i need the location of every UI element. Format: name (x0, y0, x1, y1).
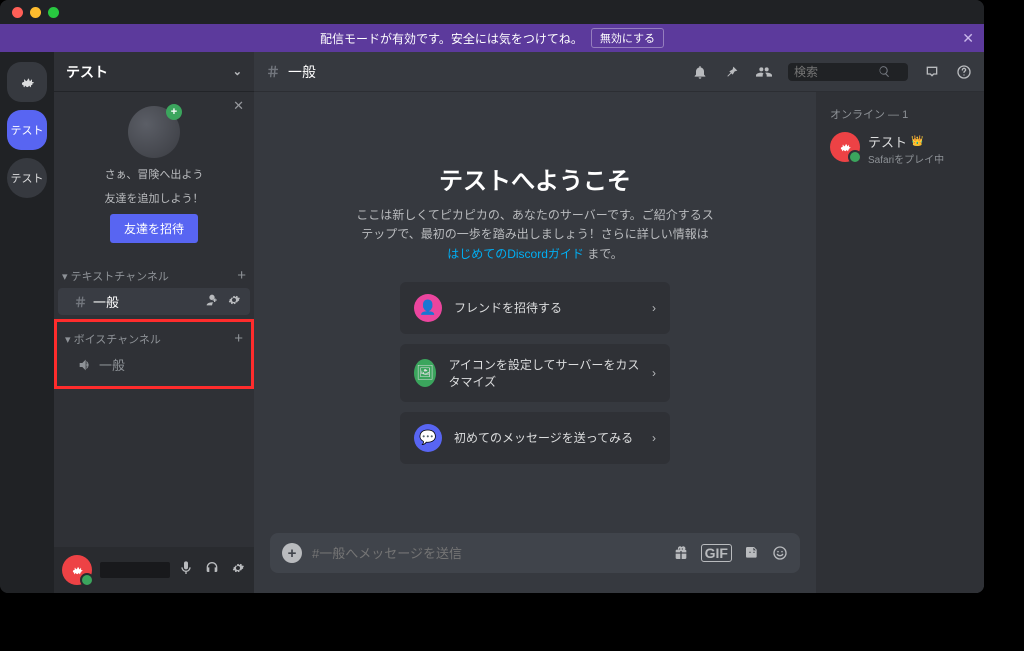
banner-close-icon[interactable]: ✕ (962, 30, 974, 47)
self-username-redacted (100, 562, 170, 578)
window-titlebar (0, 0, 984, 24)
crown-icon: 👑 (911, 136, 923, 147)
message-input[interactable] (312, 546, 663, 561)
deafen-icon[interactable] (204, 560, 220, 581)
guild-other[interactable]: テスト (7, 158, 47, 198)
channel-settings-icon[interactable] (226, 292, 242, 311)
sticker-icon[interactable] (744, 544, 760, 562)
hash-icon: ＃ (74, 292, 87, 311)
plus-badge-icon: + (166, 104, 182, 120)
user-panel (54, 547, 254, 593)
channel-name: 一般 (99, 355, 125, 374)
channel-header: ＃ 一般 (254, 52, 984, 92)
invite-card-close-icon[interactable]: ✕ (233, 98, 244, 114)
text-channels-category[interactable]: ▾ テキストチャンネル + (54, 261, 254, 288)
invite-friends-card: ✕ + さぁ、冒険へ出よう 友達を追加しよう！ 友達を招待 (54, 92, 254, 261)
member-row[interactable]: テスト 👑 Safariをプレイ中 (824, 128, 976, 170)
server-header[interactable]: テスト ⌄ (54, 52, 254, 92)
chevron-right-icon: › (652, 431, 656, 445)
customize-card-icon: 🖼 (414, 359, 436, 387)
search-box[interactable] (788, 63, 908, 81)
gif-icon[interactable]: GIF (701, 544, 732, 562)
member-status: Safariをプレイ中 (868, 151, 944, 166)
welcome-section: テストへようこそ ここは新しくてピカピカの、あなたのサーバーです。ご紹介するステ… (254, 92, 816, 533)
guild-active[interactable]: テスト (7, 110, 47, 150)
voice-channels-highlight: ▾ ボイスチャンネル + 一般 (54, 319, 254, 389)
channel-title: 一般 (288, 62, 316, 82)
hash-icon: ＃ (266, 62, 280, 82)
pinned-icon[interactable] (724, 64, 740, 80)
minimize-window-dot[interactable] (30, 7, 41, 18)
main-area: ＃ 一般 テストへようこそ (254, 52, 984, 593)
welcome-card-invite[interactable]: 👤 フレンドを招待する › (400, 282, 670, 334)
invite-friends-button[interactable]: 友達を招待 (110, 214, 198, 243)
invite-card-avatar: + (128, 106, 180, 158)
inbox-icon[interactable] (924, 64, 940, 80)
welcome-card-first-message[interactable]: 💬 初めてのメッセージを送ってみる › (400, 412, 670, 464)
members-panel: オンライン — 1 テスト 👑 Safariをプレイ中 (816, 92, 984, 593)
speaker-icon (77, 357, 93, 373)
banner-text: 配信モードが有効です。安全には気をつけてね。 (320, 30, 583, 47)
emoji-icon[interactable] (772, 544, 788, 562)
welcome-guide-link[interactable]: はじめてのDiscordガイド (447, 247, 584, 261)
welcome-description: ここは新しくてピカピカの、あなたのサーバーです。ご紹介するステップで、最初の一歩… (355, 206, 715, 264)
member-avatar (830, 132, 860, 162)
notifications-icon[interactable] (692, 64, 708, 80)
search-input[interactable] (794, 65, 874, 79)
mute-icon[interactable] (178, 560, 194, 581)
welcome-title: テストへようこそ (439, 161, 631, 196)
invite-card-line1: さぁ、冒険へ出よう (105, 166, 204, 182)
voice-channels-category[interactable]: ▾ ボイスチャンネル + (57, 324, 251, 351)
members-toggle-icon[interactable] (756, 64, 772, 80)
banner-disable-button[interactable]: 無効にする (591, 28, 664, 48)
welcome-card-customize[interactable]: 🖼 アイコンを設定してサーバーをカスタマイズ › (400, 344, 670, 402)
gift-icon[interactable] (673, 544, 689, 562)
message-card-icon: 💬 (414, 424, 442, 452)
self-avatar[interactable] (62, 555, 92, 585)
member-name: テスト (868, 132, 907, 151)
channel-name: 一般 (93, 292, 119, 311)
chevron-down-icon: ⌄ (233, 65, 242, 78)
chevron-right-icon: › (652, 301, 656, 315)
guild-list: テスト テスト (0, 52, 54, 593)
text-channel-general[interactable]: ＃ 一般 (58, 288, 250, 315)
guild-home[interactable] (7, 62, 47, 102)
channel-sidebar: テスト ⌄ ✕ + さぁ、冒険へ出よう 友達を追加しよう！ 友達を招待 ▾ テキ… (54, 52, 254, 593)
chevron-right-icon: › (652, 366, 656, 380)
help-icon[interactable] (956, 64, 972, 80)
create-invite-icon[interactable] (204, 292, 220, 311)
add-voice-channel-icon[interactable]: + (234, 330, 243, 347)
maximize-window-dot[interactable] (48, 7, 59, 18)
user-settings-icon[interactable] (230, 560, 246, 581)
server-name: テスト (66, 62, 108, 82)
message-composer: + GIF (254, 533, 816, 593)
attach-button[interactable]: + (282, 543, 302, 563)
streamer-mode-banner: 配信モードが有効です。安全には気をつけてね。 無効にする ✕ (0, 24, 984, 52)
voice-channel-general[interactable]: 一般 (61, 351, 247, 378)
invite-card-icon: 👤 (414, 294, 442, 322)
members-group-label: オンライン — 1 (824, 106, 976, 128)
add-text-channel-icon[interactable]: + (237, 267, 246, 284)
search-icon (878, 65, 891, 78)
invite-card-line2: 友達を追加しよう！ (105, 190, 204, 206)
close-window-dot[interactable] (12, 7, 23, 18)
